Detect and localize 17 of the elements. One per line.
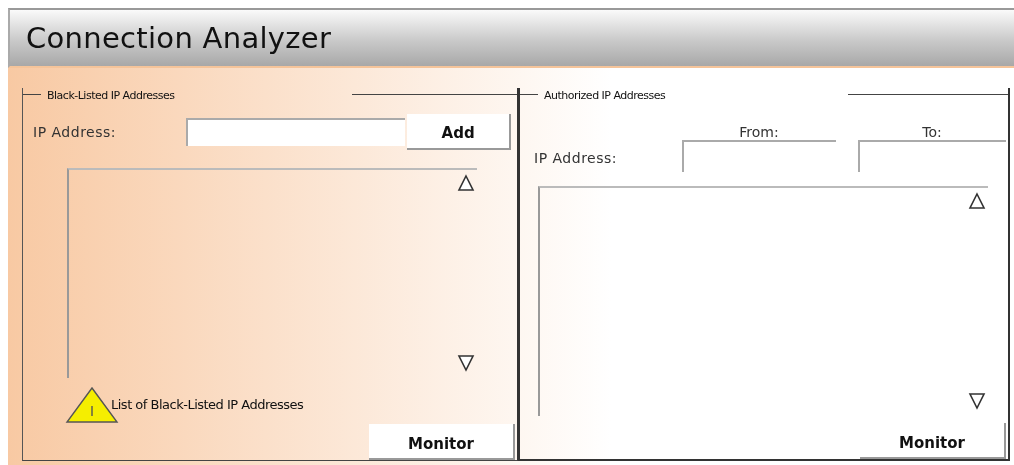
to-field[interactable] (858, 140, 1006, 172)
window-title: Connection Analyzer (26, 21, 332, 55)
group-title: Authorized IP Addresses (543, 88, 667, 102)
to-label: To: (922, 124, 942, 140)
monitor-button[interactable]: Monitor (860, 423, 1006, 459)
down-arrow-icon[interactable] (457, 354, 475, 372)
list-caption: List of Black-Listed IP Addresses (111, 397, 304, 412)
group-title: Black-Listed IP Addresses (46, 88, 176, 102)
from-label: From: (739, 124, 779, 140)
add-button[interactable]: Add (407, 114, 511, 150)
field-label: IP Address: (534, 150, 618, 168)
monitor-button[interactable]: Monitor (369, 424, 515, 460)
up-arrow-icon[interactable] (968, 192, 986, 210)
field-label: IP Address: (33, 124, 117, 140)
ip-address-field[interactable] (185, 118, 406, 146)
down-arrow-icon[interactable] (968, 392, 986, 410)
up-arrow-icon[interactable] (457, 174, 475, 192)
